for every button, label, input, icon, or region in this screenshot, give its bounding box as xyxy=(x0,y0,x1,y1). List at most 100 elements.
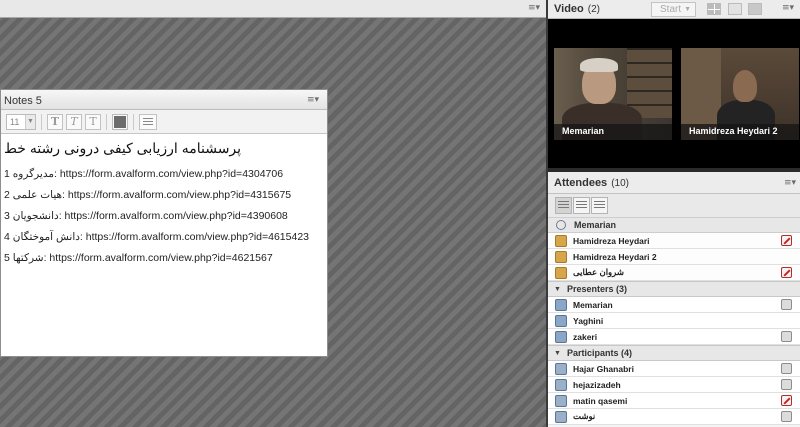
notes-titlebar: Notes 5 ≡▾ xyxy=(1,90,327,110)
collapse-triangle-icon: ▼ xyxy=(554,285,561,293)
bold-button[interactable]: T xyxy=(47,113,63,130)
note-line: 5 شرکتها: https://form.avalform.com/view… xyxy=(4,252,273,264)
attendee-name: Memarian xyxy=(573,299,613,310)
font-size-value: 11 xyxy=(10,116,20,127)
status-icon xyxy=(781,299,792,310)
presenters-label: Presenters (3) xyxy=(566,284,627,294)
attendee-row[interactable]: Yaghini xyxy=(548,313,800,329)
list-view-icon[interactable] xyxy=(555,197,572,214)
note-line: 4 دانش آموختگان: https://form.avalform.c… xyxy=(4,231,310,243)
attendee-row[interactable]: نوشت xyxy=(548,409,800,425)
pod-menu-icon[interactable]: ≡▾ xyxy=(307,95,319,105)
presenters-section-header[interactable]: ▼ Presenters (3) xyxy=(548,281,800,297)
chevron-down-icon: ▼ xyxy=(684,6,691,13)
filmstrip-layout-icon[interactable] xyxy=(748,3,762,15)
note-line: 2 هیات علمی: https://form.avalform.com/v… xyxy=(4,189,292,201)
status-icon xyxy=(781,363,792,374)
host-user-icon xyxy=(555,266,567,279)
toolbar-divider xyxy=(106,113,107,130)
participants-label: Participants (4) xyxy=(566,348,632,358)
participant-user-icon xyxy=(555,394,567,407)
attendees-pod: Attendees (10) ≡▾ Memarian Hamidreza Heyd… xyxy=(548,172,800,427)
card-view-icon[interactable] xyxy=(591,197,608,214)
color-swatch-icon xyxy=(114,115,126,128)
participants-section-header[interactable]: ▼ Participants (4) xyxy=(548,345,800,361)
notes-title: Notes 5 xyxy=(4,95,42,107)
video-feed[interactable]: Hamidreza Heydari 2 xyxy=(681,48,799,140)
attendees-view-toolbar xyxy=(548,194,800,218)
muted-icon xyxy=(781,267,792,278)
muted-icon xyxy=(781,235,792,246)
video-count: (2) xyxy=(587,4,600,15)
toolbar-divider xyxy=(41,113,42,130)
status-icon xyxy=(781,379,792,390)
start-video-button[interactable]: Start ▼ xyxy=(651,2,696,17)
muted-icon xyxy=(781,395,792,406)
status-icon xyxy=(781,331,792,342)
host-user-icon xyxy=(555,250,567,263)
video-feed-name: Memarian xyxy=(554,124,672,140)
attendee-row[interactable]: شروان عطایی xyxy=(548,265,800,281)
font-size-select[interactable]: 11 ▼ xyxy=(6,113,36,130)
attendee-name: Yaghini xyxy=(573,315,604,326)
notes-heading: پرسشنامه ارزیابی کیفی درونی رشته خط xyxy=(4,140,242,156)
microphone-icon xyxy=(556,220,566,230)
attendee-row[interactable]: Hajar Ghanabri xyxy=(548,361,800,377)
pod-menu-icon[interactable]: ≡▾ xyxy=(784,178,796,188)
attendee-name: hejazizadeh xyxy=(573,379,621,390)
attendees-title: Attendees (10) xyxy=(554,177,629,189)
participant-user-icon xyxy=(555,378,567,391)
chevron-down-icon: ▼ xyxy=(25,114,35,129)
video-feed-name: Hamidreza Heydari 2 xyxy=(681,124,799,140)
attendee-name: Hamidreza Heydari 2 xyxy=(573,251,657,262)
stage-topbar: ≡▾ xyxy=(0,0,546,18)
attendees-count: (10) xyxy=(611,178,629,189)
note-line: 3 دانشجویان: https://form.avalform.com/v… xyxy=(4,210,288,222)
host-user-icon xyxy=(555,234,567,247)
single-layout-icon[interactable] xyxy=(728,3,742,15)
video-feed[interactable]: Memarian xyxy=(554,48,672,140)
person-face xyxy=(733,70,757,102)
italic-button[interactable]: T xyxy=(66,113,82,130)
grid-view-icon[interactable] xyxy=(573,197,590,214)
video-title: Video (2) xyxy=(554,3,600,15)
attendee-name: شروان عطایی xyxy=(573,267,624,277)
video-titlebar: Video (2) Start ▼ ≡▾ xyxy=(548,0,800,19)
attendee-row[interactable]: Memarian xyxy=(548,297,800,313)
presenter-user-icon xyxy=(555,330,567,343)
attendee-row[interactable]: Hamidreza Heydari 2 xyxy=(548,249,800,265)
bullet-list-button[interactable] xyxy=(139,113,157,130)
underline-button[interactable]: T xyxy=(85,113,101,130)
attendee-name: Hajar Ghanabri xyxy=(573,363,634,374)
pod-menu-icon[interactable]: ≡▾ xyxy=(782,3,794,13)
notes-pod: Notes 5 ≡▾ 11 ▼ T T T پرسشنامه ارزیابی ک… xyxy=(0,89,328,357)
attendee-row[interactable]: zakeri xyxy=(548,329,800,345)
attendee-row[interactable]: Hamidreza Heydari xyxy=(548,233,800,249)
status-icon xyxy=(781,411,792,422)
text-color-button[interactable] xyxy=(112,113,128,130)
toolbar-divider xyxy=(133,113,134,130)
video-pod: Video (2) Start ▼ ≡▾ Memarian Hamidreza He… xyxy=(548,0,800,168)
stage-area: ≡▾ Notes 5 ≡▾ 11 ▼ T T T پرسشنامه ارزیاب… xyxy=(0,0,546,427)
presenter-user-icon xyxy=(555,298,567,311)
notes-toolbar: 11 ▼ T T T xyxy=(1,110,327,134)
participant-user-icon xyxy=(555,362,567,375)
note-line: 1 مدیرگروه: https://form.avalform.com/vi… xyxy=(4,168,284,180)
attendees-titlebar: Attendees (10) ≡▾ xyxy=(548,172,800,194)
person-hair xyxy=(580,58,618,72)
pod-menu-icon[interactable]: ≡▾ xyxy=(528,3,540,13)
attendee-name: matin qasemi xyxy=(573,395,628,406)
hosts-header[interactable]: Memarian xyxy=(548,218,800,233)
presenter-user-icon xyxy=(555,314,567,327)
right-panel: Video (2) Start ▼ ≡▾ Memarian Hamidreza He… xyxy=(548,0,800,427)
attendee-row[interactable]: hejazizadeh xyxy=(548,377,800,393)
grid-layout-icon[interactable] xyxy=(707,3,721,15)
collapse-triangle-icon: ▼ xyxy=(554,349,561,357)
participant-user-icon xyxy=(555,410,567,423)
hosts-label: Memarian xyxy=(574,220,617,230)
attendee-name: zakeri xyxy=(573,331,598,342)
attendee-name: نوشت xyxy=(573,411,596,421)
attendee-row[interactable]: matin qasemi xyxy=(548,393,800,409)
notes-text-area[interactable]: پرسشنامه ارزیابی کیفی درونی رشته خط 1 مد… xyxy=(1,134,327,356)
attendee-name: Hamidreza Heydari xyxy=(573,235,650,246)
